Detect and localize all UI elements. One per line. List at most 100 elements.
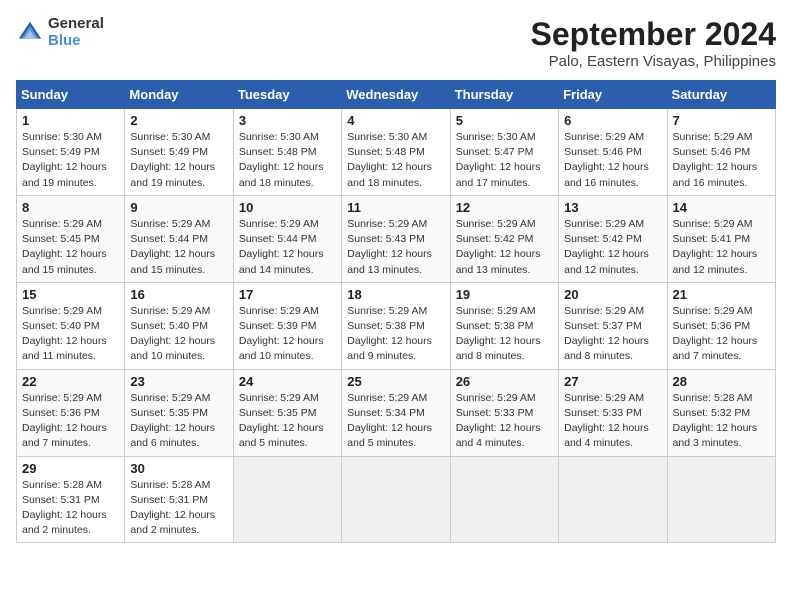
day-detail: Sunrise: 5:29 AM Sunset: 5:36 PM Dayligh… bbox=[22, 391, 119, 452]
day-detail: Sunrise: 5:30 AM Sunset: 5:49 PM Dayligh… bbox=[22, 130, 119, 191]
logo-icon bbox=[16, 19, 44, 47]
calendar-cell bbox=[342, 456, 450, 543]
calendar-cell: 1 Sunrise: 5:30 AM Sunset: 5:49 PM Dayli… bbox=[17, 109, 125, 196]
day-detail: Sunrise: 5:30 AM Sunset: 5:47 PM Dayligh… bbox=[456, 130, 553, 191]
day-detail: Sunrise: 5:29 AM Sunset: 5:38 PM Dayligh… bbox=[347, 304, 444, 365]
day-number: 8 bbox=[22, 200, 119, 215]
calendar-cell: 8 Sunrise: 5:29 AM Sunset: 5:45 PM Dayli… bbox=[17, 195, 125, 282]
calendar-cell: 19 Sunrise: 5:29 AM Sunset: 5:38 PM Dayl… bbox=[450, 282, 558, 369]
day-number: 11 bbox=[347, 200, 444, 215]
day-detail: Sunrise: 5:30 AM Sunset: 5:48 PM Dayligh… bbox=[347, 130, 444, 191]
day-detail: Sunrise: 5:29 AM Sunset: 5:41 PM Dayligh… bbox=[673, 217, 770, 278]
calendar-cell: 18 Sunrise: 5:29 AM Sunset: 5:38 PM Dayl… bbox=[342, 282, 450, 369]
calendar-cell: 28 Sunrise: 5:28 AM Sunset: 5:32 PM Dayl… bbox=[667, 369, 775, 456]
day-number: 30 bbox=[130, 461, 227, 476]
calendar-cell: 7 Sunrise: 5:29 AM Sunset: 5:46 PM Dayli… bbox=[667, 109, 775, 196]
day-number: 29 bbox=[22, 461, 119, 476]
day-number: 20 bbox=[564, 287, 661, 302]
day-number: 23 bbox=[130, 374, 227, 389]
calendar-cell: 5 Sunrise: 5:30 AM Sunset: 5:47 PM Dayli… bbox=[450, 109, 558, 196]
calendar-cell bbox=[233, 456, 341, 543]
col-tuesday: Tuesday bbox=[233, 81, 341, 109]
calendar-cell: 22 Sunrise: 5:29 AM Sunset: 5:36 PM Dayl… bbox=[17, 369, 125, 456]
day-number: 9 bbox=[130, 200, 227, 215]
day-detail: Sunrise: 5:29 AM Sunset: 5:33 PM Dayligh… bbox=[456, 391, 553, 452]
day-number: 2 bbox=[130, 113, 227, 128]
calendar-title: September 2024 bbox=[531, 16, 776, 53]
calendar-header: Sunday Monday Tuesday Wednesday Thursday… bbox=[17, 81, 776, 109]
calendar-cell: 4 Sunrise: 5:30 AM Sunset: 5:48 PM Dayli… bbox=[342, 109, 450, 196]
calendar-cell: 29 Sunrise: 5:28 AM Sunset: 5:31 PM Dayl… bbox=[17, 456, 125, 543]
col-thursday: Thursday bbox=[450, 81, 558, 109]
day-number: 15 bbox=[22, 287, 119, 302]
logo: General Blue bbox=[16, 16, 104, 49]
calendar-cell: 10 Sunrise: 5:29 AM Sunset: 5:44 PM Dayl… bbox=[233, 195, 341, 282]
day-number: 5 bbox=[456, 113, 553, 128]
day-detail: Sunrise: 5:29 AM Sunset: 5:40 PM Dayligh… bbox=[130, 304, 227, 365]
day-number: 4 bbox=[347, 113, 444, 128]
day-number: 22 bbox=[22, 374, 119, 389]
calendar-cell: 15 Sunrise: 5:29 AM Sunset: 5:40 PM Dayl… bbox=[17, 282, 125, 369]
calendar-cell: 17 Sunrise: 5:29 AM Sunset: 5:39 PM Dayl… bbox=[233, 282, 341, 369]
day-number: 19 bbox=[456, 287, 553, 302]
day-number: 25 bbox=[347, 374, 444, 389]
calendar-cell: 12 Sunrise: 5:29 AM Sunset: 5:42 PM Dayl… bbox=[450, 195, 558, 282]
day-number: 21 bbox=[673, 287, 770, 302]
calendar-cell: 3 Sunrise: 5:30 AM Sunset: 5:48 PM Dayli… bbox=[233, 109, 341, 196]
day-number: 1 bbox=[22, 113, 119, 128]
day-detail: Sunrise: 5:29 AM Sunset: 5:40 PM Dayligh… bbox=[22, 304, 119, 365]
calendar-week-2: 8 Sunrise: 5:29 AM Sunset: 5:45 PM Dayli… bbox=[17, 195, 776, 282]
calendar-cell: 20 Sunrise: 5:29 AM Sunset: 5:37 PM Dayl… bbox=[559, 282, 667, 369]
day-number: 12 bbox=[456, 200, 553, 215]
day-number: 3 bbox=[239, 113, 336, 128]
day-number: 27 bbox=[564, 374, 661, 389]
day-detail: Sunrise: 5:29 AM Sunset: 5:34 PM Dayligh… bbox=[347, 391, 444, 452]
weekday-row: Sunday Monday Tuesday Wednesday Thursday… bbox=[17, 81, 776, 109]
day-number: 17 bbox=[239, 287, 336, 302]
day-number: 14 bbox=[673, 200, 770, 215]
day-number: 10 bbox=[239, 200, 336, 215]
calendar-cell bbox=[559, 456, 667, 543]
day-number: 16 bbox=[130, 287, 227, 302]
calendar-cell: 21 Sunrise: 5:29 AM Sunset: 5:36 PM Dayl… bbox=[667, 282, 775, 369]
calendar-cell: 14 Sunrise: 5:29 AM Sunset: 5:41 PM Dayl… bbox=[667, 195, 775, 282]
day-detail: Sunrise: 5:28 AM Sunset: 5:31 PM Dayligh… bbox=[130, 478, 227, 539]
calendar-week-3: 15 Sunrise: 5:29 AM Sunset: 5:40 PM Dayl… bbox=[17, 282, 776, 369]
title-area: September 2024 Palo, Eastern Visayas, Ph… bbox=[531, 16, 776, 70]
day-detail: Sunrise: 5:29 AM Sunset: 5:44 PM Dayligh… bbox=[130, 217, 227, 278]
calendar-cell: 25 Sunrise: 5:29 AM Sunset: 5:34 PM Dayl… bbox=[342, 369, 450, 456]
day-number: 28 bbox=[673, 374, 770, 389]
day-detail: Sunrise: 5:29 AM Sunset: 5:33 PM Dayligh… bbox=[564, 391, 661, 452]
day-detail: Sunrise: 5:29 AM Sunset: 5:35 PM Dayligh… bbox=[239, 391, 336, 452]
day-number: 18 bbox=[347, 287, 444, 302]
calendar-cell: 2 Sunrise: 5:30 AM Sunset: 5:49 PM Dayli… bbox=[125, 109, 233, 196]
calendar-subtitle: Palo, Eastern Visayas, Philippines bbox=[531, 53, 776, 70]
day-detail: Sunrise: 5:28 AM Sunset: 5:31 PM Dayligh… bbox=[22, 478, 119, 539]
day-detail: Sunrise: 5:30 AM Sunset: 5:48 PM Dayligh… bbox=[239, 130, 336, 191]
day-number: 24 bbox=[239, 374, 336, 389]
calendar-week-1: 1 Sunrise: 5:30 AM Sunset: 5:49 PM Dayli… bbox=[17, 109, 776, 196]
day-detail: Sunrise: 5:29 AM Sunset: 5:46 PM Dayligh… bbox=[564, 130, 661, 191]
calendar-cell: 23 Sunrise: 5:29 AM Sunset: 5:35 PM Dayl… bbox=[125, 369, 233, 456]
day-detail: Sunrise: 5:29 AM Sunset: 5:44 PM Dayligh… bbox=[239, 217, 336, 278]
col-saturday: Saturday bbox=[667, 81, 775, 109]
day-detail: Sunrise: 5:29 AM Sunset: 5:39 PM Dayligh… bbox=[239, 304, 336, 365]
calendar-table: Sunday Monday Tuesday Wednesday Thursday… bbox=[16, 80, 776, 543]
day-number: 7 bbox=[673, 113, 770, 128]
logo-text: General Blue bbox=[48, 16, 104, 49]
calendar-cell: 13 Sunrise: 5:29 AM Sunset: 5:42 PM Dayl… bbox=[559, 195, 667, 282]
calendar-cell bbox=[667, 456, 775, 543]
col-monday: Monday bbox=[125, 81, 233, 109]
calendar-body: 1 Sunrise: 5:30 AM Sunset: 5:49 PM Dayli… bbox=[17, 109, 776, 543]
day-detail: Sunrise: 5:29 AM Sunset: 5:42 PM Dayligh… bbox=[456, 217, 553, 278]
day-detail: Sunrise: 5:29 AM Sunset: 5:46 PM Dayligh… bbox=[673, 130, 770, 191]
day-detail: Sunrise: 5:29 AM Sunset: 5:45 PM Dayligh… bbox=[22, 217, 119, 278]
col-wednesday: Wednesday bbox=[342, 81, 450, 109]
header: General Blue September 2024 Palo, Easter… bbox=[16, 16, 776, 70]
calendar-cell: 30 Sunrise: 5:28 AM Sunset: 5:31 PM Dayl… bbox=[125, 456, 233, 543]
calendar-cell: 6 Sunrise: 5:29 AM Sunset: 5:46 PM Dayli… bbox=[559, 109, 667, 196]
calendar-cell: 24 Sunrise: 5:29 AM Sunset: 5:35 PM Dayl… bbox=[233, 369, 341, 456]
day-detail: Sunrise: 5:29 AM Sunset: 5:37 PM Dayligh… bbox=[564, 304, 661, 365]
calendar-cell: 27 Sunrise: 5:29 AM Sunset: 5:33 PM Dayl… bbox=[559, 369, 667, 456]
logo-line1: General bbox=[48, 16, 104, 33]
